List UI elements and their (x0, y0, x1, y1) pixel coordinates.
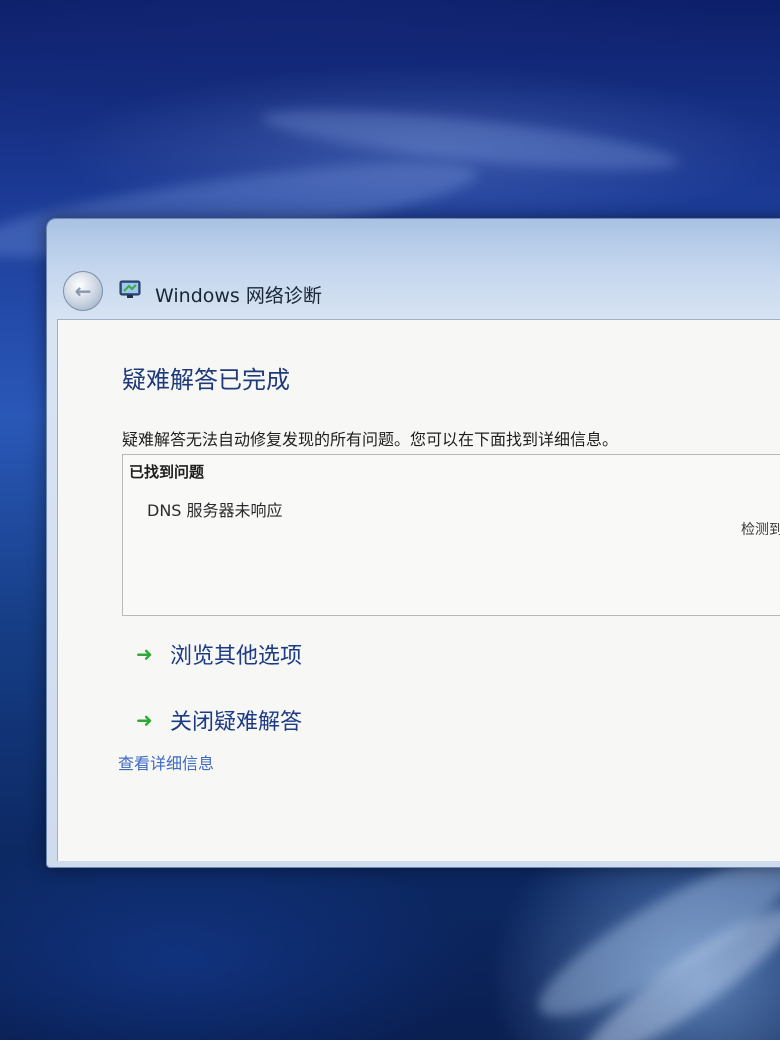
page-title: 疑难解答已完成 (122, 366, 290, 394)
window-title: Windows 网络诊断 (155, 285, 322, 307)
green-arrow-icon: ➜ (136, 642, 153, 666)
result-description: 疑难解答无法自动修复发现的所有问题。您可以在下面找到详细信息。 (122, 430, 619, 449)
back-arrow-icon: ← (74, 279, 92, 303)
problems-header: 已找到问题 (129, 463, 205, 481)
green-arrow-icon: ➜ (136, 708, 153, 732)
network-diagnostics-icon (119, 279, 141, 299)
problem-item-name: DNS 服务器未响应 (147, 501, 283, 520)
dialog-content: 疑难解答已完成 疑难解答无法自动修复发现的所有问题。您可以在下面找到详细信息。 … (57, 319, 780, 861)
problem-item-status: 检测到 (741, 522, 780, 538)
desktop-background: ← Windows 网络诊断 疑难解答已完成 疑难解答无法自动修复发现的所有问题… (0, 0, 780, 1040)
problems-found-panel: 已找到问题 DNS 服务器未响应 检测到 (122, 454, 780, 616)
close-troubleshooter-link[interactable]: ➜ 关闭疑难解答 (136, 704, 302, 736)
diagnostics-window: ← Windows 网络诊断 疑难解答已完成 疑难解答无法自动修复发现的所有问题… (46, 218, 780, 868)
window-titlebar: ← Windows 网络诊断 (47, 219, 780, 319)
view-details-link[interactable]: 查看详细信息 (118, 750, 214, 774)
close-troubleshooter-label: 关闭疑难解答 (170, 710, 303, 735)
back-button[interactable]: ← (63, 271, 103, 311)
browse-other-options-link[interactable]: ➜ 浏览其他选项 (136, 638, 302, 670)
browse-other-options-label: 浏览其他选项 (170, 644, 303, 669)
